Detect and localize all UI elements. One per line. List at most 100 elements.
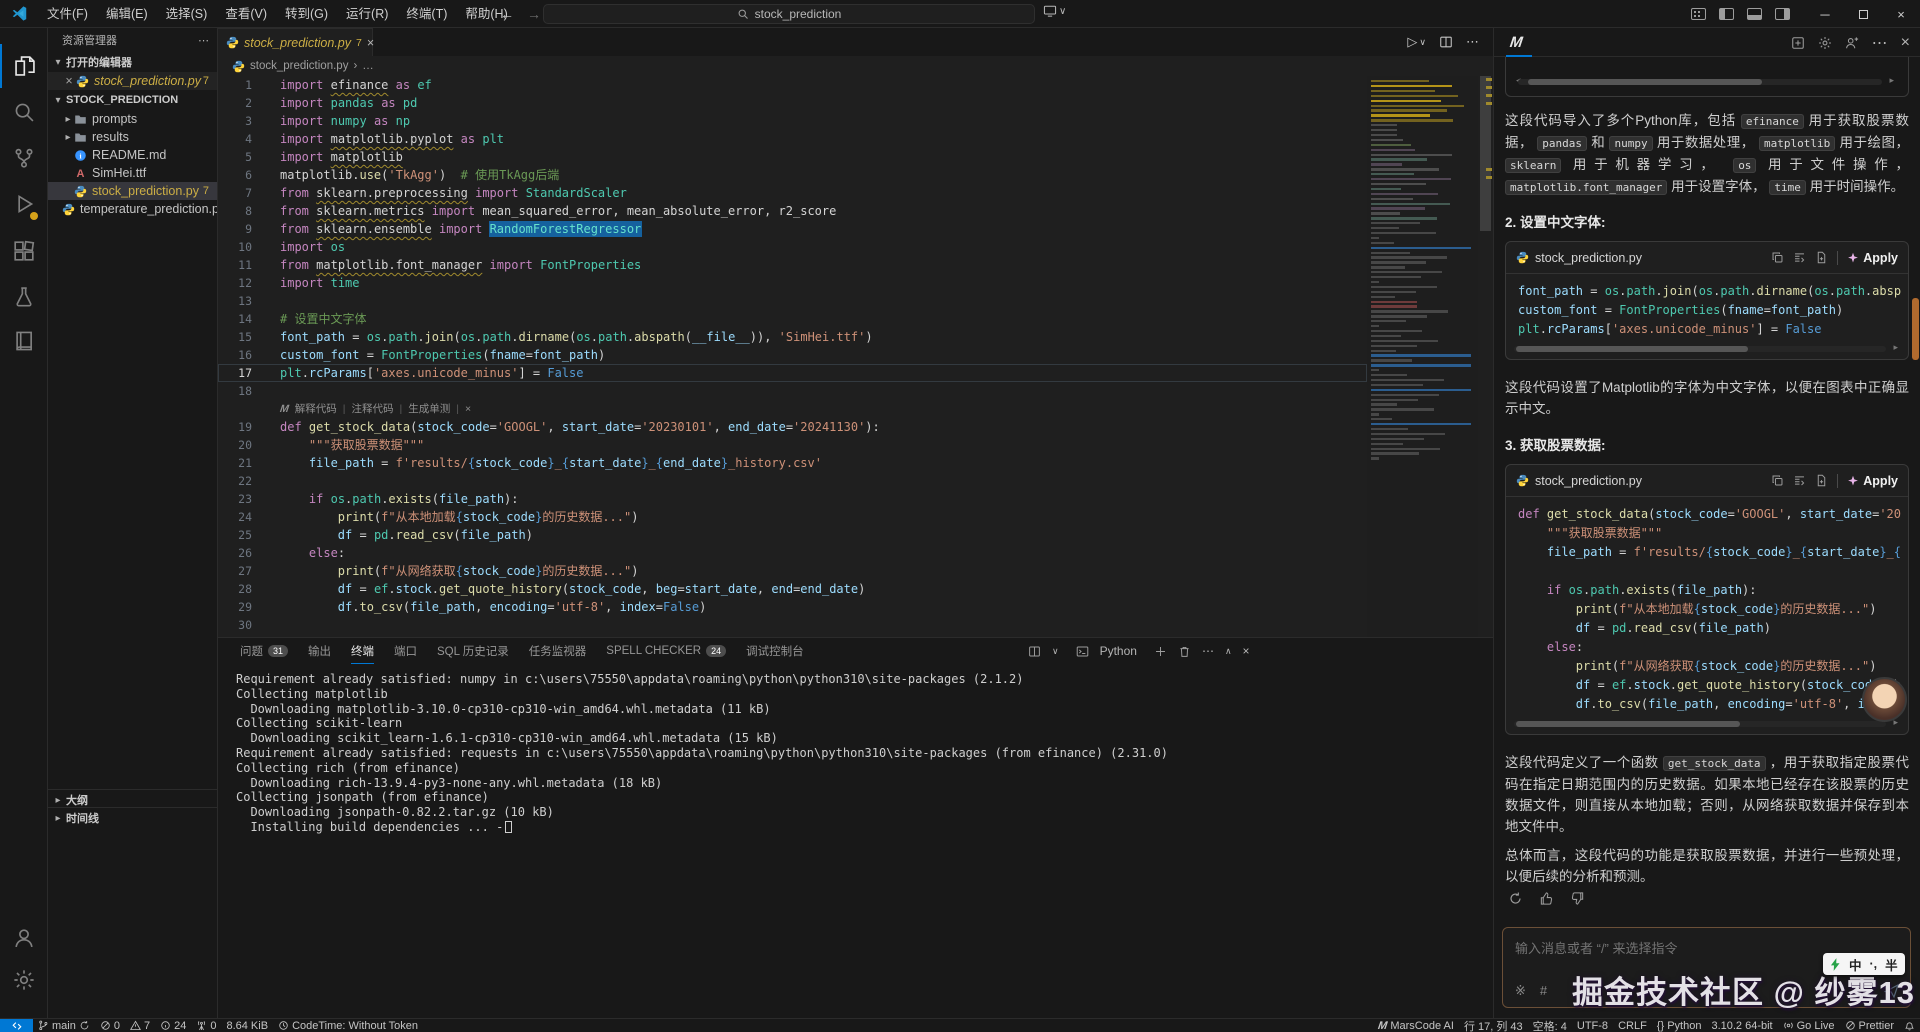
window-mode-button[interactable]: ∨ [1043, 5, 1066, 17]
tree-item-prompts[interactable]: ▸prompts [48, 110, 217, 128]
status-cursor-position[interactable]: 行 17, 列 43 [1459, 1019, 1528, 1032]
new-file-icon[interactable] [1815, 251, 1828, 264]
run-button[interactable]: ▷∨ [1407, 34, 1426, 50]
status-ports[interactable]: 0 [191, 1019, 221, 1032]
status-indentation[interactable]: 空格: 4 [1528, 1019, 1572, 1032]
more-icon[interactable]: ⋯ [1872, 33, 1888, 53]
status-notifications[interactable] [1899, 1019, 1920, 1032]
chevron-down-icon[interactable]: ∨ [1052, 646, 1059, 657]
panel-tab-问题[interactable]: 问题31 [240, 638, 288, 664]
menu-item[interactable]: 运行(R) [337, 0, 397, 28]
terminal-output[interactable]: Requirement already satisfied: numpy in … [236, 672, 1168, 835]
code-card-content[interactable]: font_path = os.path.join(os.path.dirname… [1506, 274, 1908, 341]
apply-button[interactable]: Apply [1847, 474, 1898, 488]
nav-forward-arrow[interactable]: → [527, 0, 541, 28]
status-errors[interactable]: 0 [95, 1019, 125, 1032]
close-editor-icon[interactable]: × [62, 74, 76, 88]
menu-item[interactable]: 文件(F) [38, 0, 97, 28]
root-folder-section[interactable]: ▾STOCK_PREDICTION [48, 90, 217, 110]
breadcrumb[interactable]: stock_prediction.py › … [218, 56, 1493, 76]
new-terminal-icon[interactable] [1154, 645, 1167, 658]
status-eol[interactable]: CRLF [1613, 1019, 1652, 1032]
nav-back-arrow[interactable]: ← [500, 0, 514, 28]
toggle-sidebar-icon[interactable] [1719, 8, 1734, 20]
split-editor-icon[interactable] [1439, 35, 1453, 49]
menu-item[interactable]: 终端(T) [397, 0, 456, 28]
copy-icon[interactable] [1771, 474, 1784, 487]
activity-item-library[interactable] [0, 319, 48, 363]
apply-button[interactable]: Apply [1847, 251, 1898, 265]
new-file-icon[interactable] [1815, 474, 1828, 487]
h-scrollbar[interactable]: ▸ [1514, 720, 1900, 728]
remote-indicator[interactable] [0, 1019, 33, 1032]
panel-tab-输出[interactable]: 输出 [308, 638, 331, 664]
account-share-icon[interactable] [1845, 36, 1859, 50]
customize-layout-icon[interactable] [1691, 8, 1706, 20]
tree-item-stock_prediction.py[interactable]: stock_prediction.py7 [48, 182, 217, 200]
ime-punct[interactable]: ·, [1870, 957, 1878, 971]
close-button[interactable]: × [1882, 0, 1920, 28]
insert-code-icon[interactable] [1793, 251, 1806, 264]
activity-item-account[interactable] [0, 916, 48, 960]
menu-item[interactable]: 选择(S) [157, 0, 217, 28]
status-language-mode[interactable]: {} Python [1652, 1019, 1707, 1032]
split-terminal-icon[interactable] [1028, 645, 1041, 658]
tab-close-icon[interactable]: × [367, 36, 374, 50]
menu-item[interactable]: 转到(G) [276, 0, 337, 28]
activity-item-settings[interactable] [0, 958, 48, 1002]
sidebar-more-icon[interactable]: ⋯ [198, 34, 209, 47]
close-panel-icon[interactable]: × [1243, 644, 1250, 658]
status-python-version[interactable]: 3.10.2 64-bit [1706, 1019, 1777, 1032]
toggle-auxbar-icon[interactable] [1775, 8, 1790, 20]
toggle-panel-icon[interactable] [1747, 8, 1762, 20]
timeline-section[interactable]: ▸时间线 [48, 807, 217, 828]
command-center-search[interactable]: stock_prediction [543, 4, 1035, 24]
status-encoding[interactable]: UTF-8 [1572, 1019, 1613, 1032]
activity-item-search[interactable] [0, 90, 48, 134]
commands-icon[interactable]: ※ [1515, 983, 1526, 999]
panel-tab-终端[interactable]: 终端 [351, 638, 374, 664]
minimap[interactable] [1367, 76, 1478, 637]
maximize-panel-icon[interactable]: ∧ [1225, 646, 1232, 657]
panel-tab-SPELL CHECKER[interactable]: SPELL CHECKER24 [606, 638, 726, 664]
ai-scrollbar-thumb[interactable] [1912, 298, 1919, 360]
gear-icon[interactable] [1818, 36, 1832, 50]
panel-tab-SQL 历史记录[interactable]: SQL 历史记录 [437, 638, 509, 664]
status-marscode[interactable]: MMarsCode AI [1373, 1019, 1459, 1032]
status-warnings[interactable]: 7 [125, 1019, 155, 1032]
more-actions-icon[interactable]: ⋯ [1466, 34, 1479, 50]
marscode-logo-icon[interactable]: M [1509, 34, 1524, 51]
activity-item-testing[interactable] [0, 275, 48, 319]
h-scrollbar[interactable]: ▸ [1514, 345, 1900, 353]
tree-item-temperature_prediction.py[interactable]: temperature_prediction.py [48, 200, 217, 218]
code-editor[interactable]: 1import efinance as ef2import pandas as … [218, 76, 1367, 637]
context-icon[interactable]: # [1540, 983, 1547, 999]
codelens[interactable]: M 解释代码|注释代码|生成单测|× [218, 400, 1367, 418]
activity-item-explorer[interactable] [0, 44, 48, 88]
status-prettier[interactable]: Prettier [1840, 1019, 1899, 1032]
activity-item-extensions[interactable] [0, 229, 48, 273]
more-icon[interactable]: ⋯ [1202, 644, 1214, 658]
restore-button[interactable] [1844, 0, 1882, 28]
activity-item-run-debug[interactable] [0, 182, 48, 226]
menu-item[interactable]: 编辑(E) [97, 0, 157, 28]
regenerate-icon[interactable] [1508, 891, 1523, 906]
open-editors-section[interactable]: ▾打开的编辑器 [48, 52, 217, 72]
status-codetime[interactable]: CodeTime: Without Token [273, 1019, 423, 1032]
open-editor-item[interactable]: × stock_prediction.py 7 [48, 72, 217, 90]
close-panel-icon[interactable]: × [1901, 34, 1910, 52]
status-go-live[interactable]: Go Live [1778, 1019, 1840, 1032]
copy-icon[interactable] [1771, 251, 1784, 264]
tree-item-SimHei.ttf[interactable]: ASimHei.ttf [48, 164, 217, 182]
kill-terminal-icon[interactable] [1178, 645, 1191, 658]
tree-item-README.md[interactable]: iREADME.md [48, 146, 217, 164]
panel-tab-调试控制台[interactable]: 调试控制台 [746, 638, 804, 664]
status-git-branch[interactable]: main [33, 1019, 95, 1032]
code-card-content[interactable]: def get_stock_data(stock_code='GOOGL', s… [1506, 497, 1908, 716]
activity-item-source-control[interactable] [0, 136, 48, 180]
thumbs-up-icon[interactable] [1539, 891, 1554, 906]
insert-code-icon[interactable] [1793, 474, 1806, 487]
status-infos[interactable]: 24 [155, 1019, 191, 1032]
minimize-button[interactable]: ─ [1806, 0, 1844, 28]
tab-stock-prediction[interactable]: stock_prediction.py 7 × [218, 28, 373, 56]
